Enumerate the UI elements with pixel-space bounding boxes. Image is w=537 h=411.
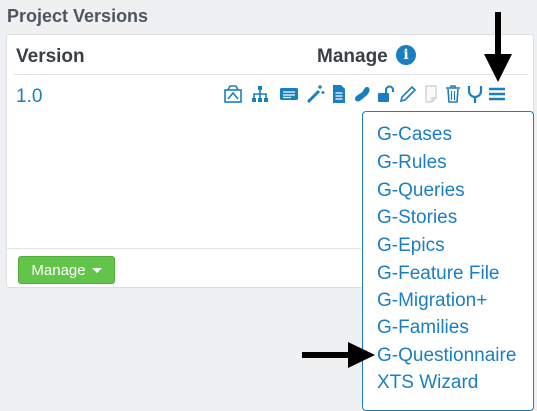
trash-icon[interactable] [443, 84, 463, 104]
menu-item-xts-wizard[interactable]: XTS Wizard [377, 372, 478, 394]
hierarchy-icon[interactable] [250, 84, 270, 104]
document-icon[interactable] [329, 84, 349, 104]
menu-item-g-cases[interactable]: G-Cases [377, 124, 452, 146]
magic-wand-icon[interactable] [305, 84, 325, 104]
pencil-icon[interactable] [398, 84, 418, 104]
menu-item-g-questionnaire[interactable]: G-Questionnaire [377, 345, 516, 367]
menu-item-g-epics[interactable]: G-Epics [377, 235, 445, 257]
version-link[interactable]: 1.0 [16, 86, 42, 108]
section-title: Project Versions [7, 6, 149, 26]
bean-icon[interactable] [352, 84, 372, 104]
menu-item-g-rules[interactable]: G-Rules [377, 152, 447, 174]
arrow-right-icon [302, 342, 375, 368]
dashboard-icon[interactable] [223, 84, 243, 104]
menu-item-g-migration[interactable]: G-Migration+ [377, 290, 487, 312]
column-header-version: Version [16, 46, 85, 67]
card-footer-divider [6, 248, 361, 249]
blank-page-icon[interactable] [421, 84, 441, 104]
fork-icon[interactable] [465, 84, 485, 104]
menu-item-g-feature-file[interactable]: G-Feature File [377, 263, 499, 285]
caret-down-icon [91, 267, 102, 273]
header-divider [14, 74, 528, 75]
manage-button[interactable]: Manage [18, 256, 115, 284]
info-icon[interactable]: i [396, 45, 416, 65]
column-header-manage: Manage [317, 46, 388, 67]
arrow-down-icon [484, 12, 512, 82]
menu-item-g-queries[interactable]: G-Queries [377, 180, 465, 202]
manage-button-label: Manage [31, 261, 86, 279]
menu-item-g-families[interactable]: G-Families [377, 317, 469, 339]
list-card-icon[interactable] [279, 84, 299, 104]
unlock-icon[interactable] [375, 84, 395, 104]
menu-item-g-stories[interactable]: G-Stories [377, 207, 457, 229]
hamburger-menu-icon[interactable] [487, 84, 507, 104]
